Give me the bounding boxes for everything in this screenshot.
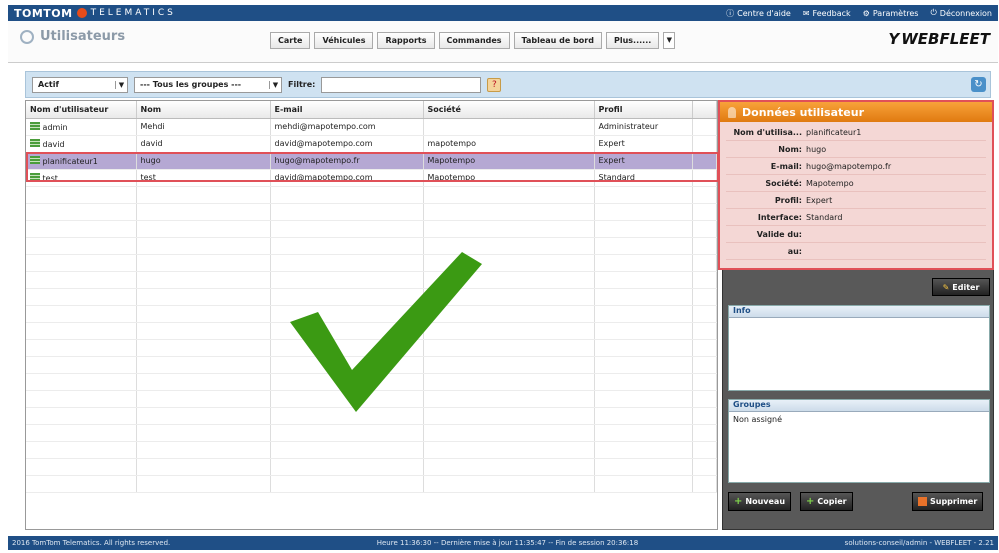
empty-row: [26, 220, 717, 238]
col-extra: [692, 101, 717, 119]
tab-tableau-de-bord[interactable]: Tableau de bord: [513, 32, 602, 49]
field-name: Nom: hugo: [726, 141, 986, 158]
top-bar: TOMTOM TELEMATICS ⓘ Centre d'aide ✉ Feedba…: [8, 5, 998, 21]
webfleet-mark-icon: Y: [888, 30, 900, 48]
brand-logo: TOMTOM TELEMATICS: [14, 7, 176, 20]
logout-link[interactable]: ⏻ Déconnexion: [930, 8, 992, 19]
col-company[interactable]: Société: [423, 101, 595, 119]
tab-plus[interactable]: Plus......: [605, 32, 660, 49]
refresh-icon[interactable]: ↻: [971, 77, 986, 92]
field-valid-from: Valide du:: [726, 226, 986, 243]
group-select[interactable]: --- Tous les groupes --- ▼: [134, 76, 282, 93]
table-row-selected[interactable]: planificateur1 hugo hugo@mapotempo.fr Ma…: [26, 152, 717, 170]
empty-row: [26, 424, 717, 442]
app-header: Utilisateurs Carte Véhicules Rapports Co…: [8, 21, 998, 63]
person-icon: [728, 106, 736, 118]
user-row-icon: [30, 121, 40, 130]
col-name[interactable]: Nom: [136, 101, 271, 119]
delete-button[interactable]: Supprimer: [912, 492, 984, 511]
table-row[interactable]: david david david@mapotempo.com mapotemp…: [26, 135, 717, 153]
user-row-icon: [30, 155, 40, 164]
field-valid-to: au:: [726, 243, 986, 260]
pencil-icon: ✎: [942, 282, 950, 292]
copyright-text: 2016 TomTom Telematics. All rights reser…: [12, 539, 171, 547]
user-row-icon: [30, 138, 40, 147]
page-title: Utilisateurs: [20, 29, 125, 44]
plus-icon: +: [806, 496, 815, 507]
user-row-icon: [30, 172, 40, 181]
users-icon: [20, 29, 34, 44]
filter-label: Filtre:: [288, 80, 316, 89]
chevron-down-icon: ▼: [269, 80, 281, 89]
new-button[interactable]: + Nouveau: [728, 492, 792, 511]
edit-button[interactable]: ✎ Editer: [932, 278, 990, 296]
groups-title: Groupes: [729, 400, 989, 412]
empty-row: [26, 441, 717, 459]
settings-icon: ⚙: [862, 8, 870, 18]
copy-button[interactable]: + Copier: [800, 492, 853, 511]
empty-row: [26, 203, 717, 221]
brand-sub: TELEMATICS: [90, 8, 176, 18]
status-bar: 2016 TomTom Telematics. All rights reser…: [8, 536, 998, 550]
empty-row: [26, 186, 717, 204]
field-profile: Profil: Expert: [726, 192, 986, 209]
empty-row: [26, 475, 717, 493]
tab-rapports[interactable]: Rapports: [377, 32, 435, 49]
col-username[interactable]: Nom d'utilisateur: [26, 101, 137, 119]
groups-box: Groupes Non assigné: [728, 399, 990, 483]
main-nav: Carte Véhicules Rapports Commandes Table…: [270, 32, 676, 49]
tab-commandes[interactable]: Commandes: [438, 32, 510, 49]
field-interface: Interface: Standard: [726, 209, 986, 226]
account-info: solutions-conseil/admin - WEBFLEET - 2.2…: [844, 539, 994, 547]
logout-icon: ⏻: [930, 8, 937, 17]
help-link[interactable]: ⓘ Centre d'aide: [726, 8, 791, 19]
user-data-header: Données utilisateur: [720, 102, 992, 122]
clear-filter-icon[interactable]: ?: [487, 77, 502, 92]
field-company: Société: Mapotempo: [726, 175, 986, 192]
help-icon: ⓘ: [726, 8, 735, 18]
filter-input[interactable]: [321, 76, 482, 93]
field-username: Nom d'utilisa... planificateur1: [726, 124, 986, 141]
tab-carte[interactable]: Carte: [270, 32, 311, 49]
filter-bar: Actif ▼ --- Tous les groupes --- ▼ Filtr…: [25, 71, 991, 98]
session-info: Heure 11:36:30 -- Dernière mise à jour 1…: [376, 539, 639, 547]
checkmark-icon: [290, 252, 482, 412]
info-box: Info: [728, 305, 990, 391]
groups-body: Non assigné: [733, 415, 783, 424]
col-profile[interactable]: Profil: [594, 101, 693, 119]
status-select[interactable]: Actif ▼: [32, 76, 128, 93]
feedback-link[interactable]: ✉ Feedback: [803, 8, 851, 19]
tomtom-logo-icon: [76, 8, 87, 18]
info-title: Info: [729, 306, 989, 318]
user-data-card: Données utilisateur Nom d'utilisa... plan…: [718, 100, 994, 270]
chevron-down-icon: ▼: [115, 80, 127, 89]
info-body: [729, 318, 989, 324]
tab-vehicules[interactable]: Véhicules: [314, 32, 374, 49]
field-email: E-mail: hugo@mapotempo.fr: [726, 158, 986, 175]
feedback-icon: ✉: [802, 8, 810, 18]
table-row[interactable]: test test david@mapotempo.com Mapotempo …: [26, 169, 717, 187]
table-row[interactable]: admin Mehdi mehdi@mapotempo.com Administ…: [26, 118, 717, 136]
chevron-down-icon[interactable]: ▼: [663, 32, 676, 49]
settings-link[interactable]: ⚙ Paramètres: [863, 8, 919, 19]
empty-row: [26, 458, 717, 476]
plus-icon: +: [734, 496, 743, 507]
brand-name: TOMTOM: [14, 6, 73, 20]
webfleet-logo: Y WEBFLEET: [888, 30, 990, 48]
delete-icon: [918, 497, 927, 506]
col-email[interactable]: E-mail: [270, 101, 424, 119]
